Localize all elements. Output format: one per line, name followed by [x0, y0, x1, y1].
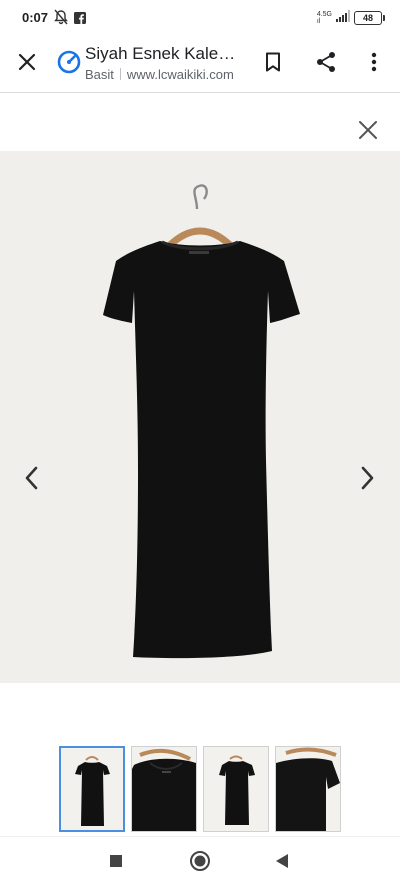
close-icon: [18, 53, 36, 76]
page-url: www.lcwaikiki.com: [126, 67, 234, 82]
thumbnail-4[interactable]: [275, 746, 341, 832]
more-vert-icon: [371, 52, 377, 77]
status-bar: 0:07 4.5G ıl 48: [0, 0, 400, 36]
lite-mode-label: Basit: [85, 67, 114, 82]
chevron-right-icon: [361, 466, 375, 495]
signal-icon: [336, 9, 350, 27]
battery-icon: 48: [354, 11, 385, 25]
site-gauge-icon: [57, 50, 81, 74]
home-circle-icon: [189, 850, 211, 877]
close-icon: [358, 120, 378, 145]
chevron-left-icon: [24, 466, 38, 495]
system-nav-bar: [0, 836, 400, 889]
share-icon: [315, 51, 337, 78]
next-image-button[interactable]: [350, 462, 386, 498]
bookmark-button[interactable]: [255, 46, 291, 82]
recents-button[interactable]: [102, 849, 130, 877]
page-title: Siyah Esnek Kale…: [85, 44, 236, 63]
back-button[interactable]: [268, 849, 296, 877]
product-image[interactable]: [0, 151, 400, 683]
network-type-text: 4.5G: [316, 11, 332, 18]
network-label: 4.5G ıl: [317, 11, 332, 25]
mute-bell-icon: [54, 9, 68, 30]
back-triangle-icon: [275, 853, 289, 874]
thumbnail-strip: [59, 746, 341, 832]
status-time: 0:07: [22, 10, 49, 25]
thumbnail-2[interactable]: [131, 746, 197, 832]
subtitle-divider: [119, 68, 121, 80]
home-button[interactable]: [186, 849, 214, 877]
page-subtitle: Basit www.lcwaikiki.com: [85, 67, 234, 82]
thumbnail-3[interactable]: [203, 746, 269, 832]
viewer-close-button[interactable]: [352, 116, 384, 148]
facebook-icon: [74, 11, 86, 29]
more-options-button[interactable]: [356, 46, 392, 82]
network-sub-text: ıl: [316, 18, 321, 25]
custom-tab-toolbar: Siyah Esnek Kale… Basit www.lcwaikiki.com: [0, 36, 400, 93]
previous-image-button[interactable]: [13, 462, 49, 498]
bookmark-icon: [265, 52, 281, 77]
recents-square-icon: [109, 854, 123, 873]
close-tab-button[interactable]: [9, 46, 45, 82]
share-button[interactable]: [308, 46, 344, 82]
thumbnail-1[interactable]: [59, 746, 125, 832]
